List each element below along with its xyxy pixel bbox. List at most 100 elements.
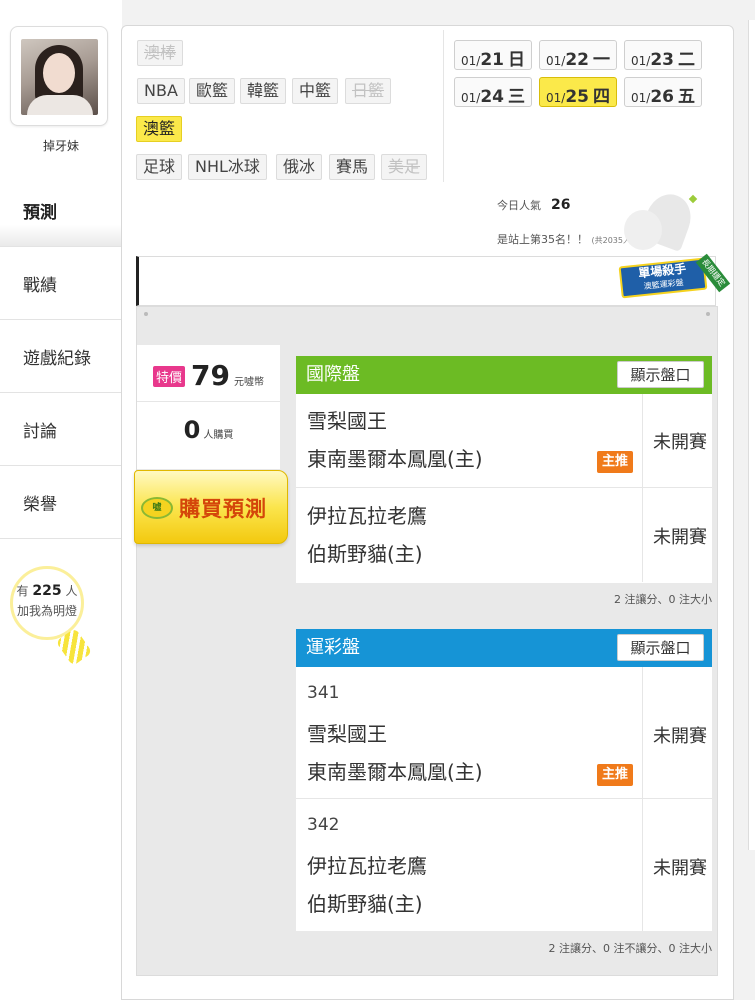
divider (443, 30, 444, 182)
divider (137, 401, 280, 402)
avatar-card[interactable] (10, 26, 108, 126)
special-price-badge: 特價 (153, 366, 186, 387)
screw-icon (144, 312, 148, 316)
buy-prediction-button[interactable]: 噓 購買預測 (134, 470, 288, 544)
match-status: 未開賽 (653, 432, 707, 453)
league-tag-russia-hockey[interactable]: 俄冰 (276, 154, 323, 180)
league-tag-aus-baseball: 澳棒 (137, 40, 184, 66)
intl-odds-box: 國際盤 顯示盤口 雪梨國王 東南墨爾本鳳凰(主) 主推 未開賽 伊拉瓦拉老鷹 伯… (296, 356, 712, 583)
sidebar-item-prediction[interactable]: 預測 (0, 174, 122, 247)
date-button-0122[interactable]: 01/22 一 (539, 40, 617, 70)
intl-odds-title: 國際盤 (306, 364, 360, 385)
date-button-0123[interactable]: 01/23 二 (624, 40, 702, 70)
sidebar-item-honor[interactable]: 榮譽 (0, 466, 122, 539)
column-divider (642, 799, 643, 931)
date-day: 22 (565, 50, 589, 70)
match-number: 341 (307, 683, 340, 703)
away-team: 雪梨國王 (307, 722, 387, 746)
date-day: 21 (480, 50, 504, 70)
league-tag-china-basketball[interactable]: 中籃 (292, 78, 339, 104)
home-team: 東南墨爾本鳳凰(主) (307, 447, 483, 471)
fans-count: 225 (32, 583, 62, 599)
fans-count-line: 有 225 人 (10, 582, 84, 599)
wings-decoration-icon (624, 188, 706, 252)
league-tag-soccer[interactable]: 足球 (136, 154, 183, 180)
date-month: 01/ (546, 54, 566, 68)
show-odds-button[interactable]: 顯示盤口 (617, 634, 704, 661)
league-tag-nhl[interactable]: NHL冰球 (188, 154, 267, 180)
league-tag-euro-basketball[interactable]: 歐籃 (189, 78, 236, 104)
date-weekday: 四 (592, 87, 610, 107)
match-row: 341 雪梨國王 東南墨爾本鳳凰(主) 主推 未開賽 (296, 667, 712, 799)
popularity-label: 今日人氣 (497, 199, 541, 212)
column-divider (642, 667, 643, 798)
left-sidebar: 掉牙妹 預測 戰績 遊戲紀錄 討論 榮譽 有 225 人 加我為明燈 (0, 0, 122, 1000)
fan-lightbulb[interactable]: 有 225 人 加我為明燈 (10, 566, 102, 667)
date-weekday: 二 (677, 50, 695, 70)
screw-icon (706, 312, 710, 316)
site-rank: 是站上第35名！！ (共2035人) (497, 231, 634, 247)
buy-prediction-label: 購買預測 (179, 497, 267, 521)
date-button-0126[interactable]: 01/26 五 (624, 77, 702, 107)
league-tag-aus-basketball[interactable]: 澳籃 (136, 116, 183, 142)
column-divider (642, 488, 643, 582)
sport-odds-header: 運彩盤 顯示盤口 (296, 629, 712, 667)
sidebar-item-record[interactable]: 戰績 (0, 247, 122, 320)
league-tag-us-football: 美足 (381, 154, 428, 180)
sport-odds-title: 運彩盤 (306, 637, 360, 658)
badge-plate: 單場殺手 澳籃運彩盤 (618, 257, 708, 299)
avatar[interactable] (21, 39, 98, 115)
right-scroll-edge (748, 20, 755, 850)
match-status: 未開賽 (653, 527, 707, 548)
home-team: 伯斯野貓(主) (307, 542, 423, 566)
main-pick-badge: 主推 (597, 764, 633, 786)
date-day: 26 (650, 87, 674, 107)
away-team: 雪梨國王 (307, 409, 387, 433)
match-status: 未開賽 (653, 726, 707, 747)
match-status: 未開賽 (653, 858, 707, 879)
league-tag-korea-basketball[interactable]: 韓籃 (240, 78, 287, 104)
intl-odds-header: 國際盤 顯示盤口 (296, 356, 712, 394)
league-tag-horse-racing[interactable]: 賽馬 (329, 154, 376, 180)
popularity-value: 26 (551, 197, 571, 213)
date-button-0121[interactable]: 01/21 日 (454, 40, 532, 70)
fans-label: 加我為明燈 (16, 604, 77, 618)
main-pick-badge: 主推 (597, 451, 633, 473)
date-button-0125[interactable]: 01/25 四 (539, 77, 617, 107)
sparkle-icon (688, 194, 698, 204)
date-month: 01/ (546, 91, 566, 105)
match-row: 伊拉瓦拉老鷹 伯斯野貓(主) 未開賽 (296, 488, 712, 582)
match-number: 342 (307, 815, 340, 835)
sidebar-item-game-history[interactable]: 遊戲紀錄 (0, 320, 122, 393)
match-row: 342 伊拉瓦拉老鷹 伯斯野貓(主) 未開賽 (296, 799, 712, 931)
coin-icon: 噓 (141, 497, 173, 519)
sidebar-nav: 預測 戰績 遊戲紀錄 討論 榮譽 (0, 174, 122, 539)
buyer-count-unit: 人購買 (203, 430, 234, 441)
buyer-count: 0 人購買 (137, 416, 280, 444)
show-odds-button[interactable]: 顯示盤口 (617, 361, 704, 388)
sport-odds-box: 運彩盤 顯示盤口 341 雪梨國王 東南墨爾本鳳凰(主) 主推 未開賽 342 … (296, 629, 712, 931)
price-row: 特價 79 元噓幣 (153, 359, 264, 392)
date-day: 23 (650, 50, 674, 70)
price-value: 79 (191, 359, 230, 392)
sport-bet-summary: 2 注讓分、0 注不讓分、0 注大小 (548, 942, 713, 955)
buyer-count-value: 0 (183, 416, 201, 444)
away-team: 伊拉瓦拉老鷹 (307, 504, 427, 528)
date-month: 01/ (631, 54, 651, 68)
date-month: 01/ (461, 54, 481, 68)
fans-suffix: 人 (65, 584, 78, 598)
avatar-shirt (27, 95, 93, 115)
date-button-0124[interactable]: 01/24 三 (454, 77, 532, 107)
avatar-face (43, 53, 75, 93)
league-tag-nba[interactable]: NBA (137, 78, 185, 104)
away-team: 伊拉瓦拉老鷹 (307, 854, 427, 878)
column-divider (642, 394, 643, 487)
date-day: 24 (480, 87, 504, 107)
sidebar-item-discussion[interactable]: 討論 (0, 393, 122, 466)
username[interactable]: 掉牙妹 (0, 137, 122, 154)
fans-prefix: 有 (16, 584, 29, 598)
league-tag-japan-basketball: 日籃 (345, 78, 392, 104)
match-row: 雪梨國王 東南墨爾本鳳凰(主) 主推 未開賽 (296, 394, 712, 488)
date-weekday: 一 (592, 50, 610, 70)
intl-bet-summary: 2 注讓分、0 注大小 (614, 593, 712, 606)
